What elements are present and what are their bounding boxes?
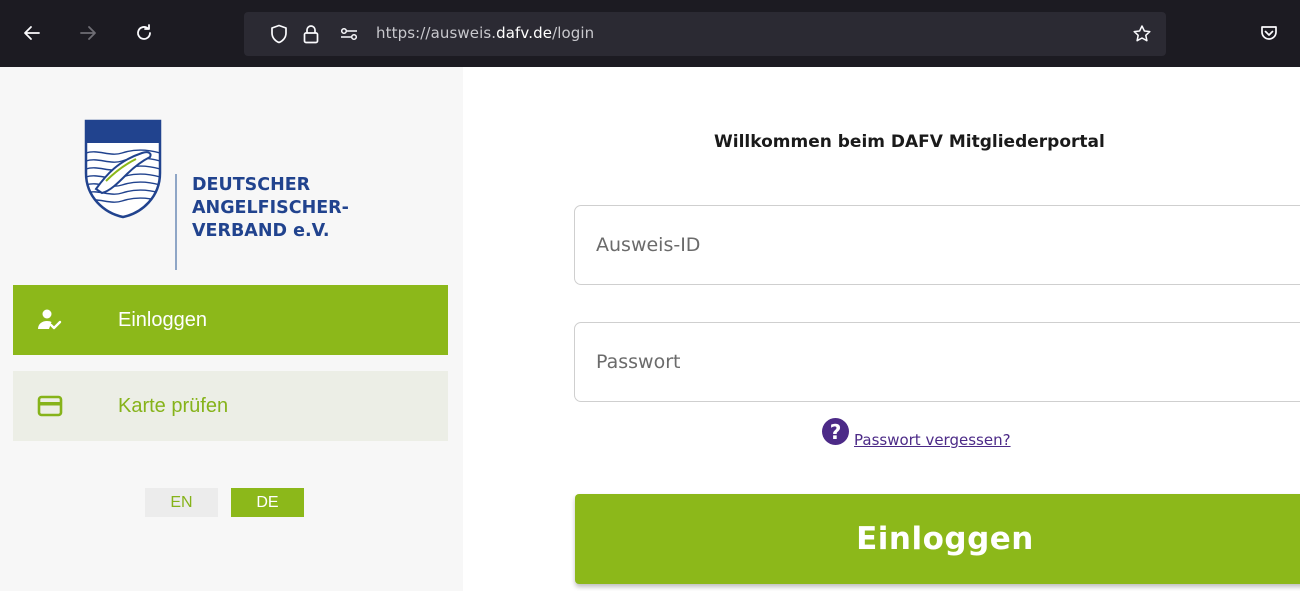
url-text[interactable]: https://ausweis.dafv.de/login [376, 24, 594, 42]
nav-item-check-card-label: Karte prüfen [118, 395, 229, 417]
back-arrow-icon[interactable] [19, 20, 45, 46]
dafv-logo[interactable]: DEUTSCHER ANGELFISCHER- VERBAND e.V. [84, 119, 349, 270]
logo-text: DEUTSCHER ANGELFISCHER- VERBAND e.V. [192, 174, 349, 243]
lock-icon[interactable] [300, 23, 322, 45]
nav-item-login-label: Einloggen [118, 309, 207, 331]
browser-toolbar: https://ausweis.dafv.de/login [0, 0, 1300, 67]
sidebar: DEUTSCHER ANGELFISCHER- VERBAND e.V. Ein… [0, 67, 463, 591]
pocket-icon[interactable] [1256, 20, 1282, 46]
url-prefix: https://ausweis. [376, 24, 497, 42]
credit-card-icon [37, 394, 63, 418]
dafv-crest-icon [84, 119, 162, 219]
login-submit-button[interactable]: Einloggen [575, 494, 1300, 584]
user-check-icon [37, 308, 63, 332]
reload-icon[interactable] [131, 20, 157, 46]
ausweis-id-input[interactable] [574, 205, 1300, 285]
language-de-button[interactable]: DE [231, 488, 304, 517]
forgot-password-row: ? Passwort vergessen? [822, 418, 1011, 449]
address-bar[interactable]: https://ausweis.dafv.de/login [244, 12, 1166, 56]
logo-divider [175, 174, 177, 270]
forward-arrow-icon[interactable] [75, 20, 101, 46]
nav-item-check-card[interactable]: Karte prüfen [13, 371, 448, 441]
logo-line-3: VERBAND e.V. [192, 221, 330, 241]
shield-icon[interactable] [268, 23, 290, 45]
question-icon: ? [822, 418, 849, 445]
welcome-heading: Willkommen beim DAFV Mitgliederportal [714, 132, 1105, 152]
language-en-button[interactable]: EN [145, 488, 218, 517]
nav-item-login[interactable]: Einloggen [13, 285, 448, 355]
forgot-password-link[interactable]: Passwort vergessen? [854, 431, 1011, 449]
permissions-icon[interactable] [338, 23, 360, 45]
password-input[interactable] [574, 322, 1300, 402]
url-path: /login [552, 24, 595, 42]
bookmark-star-icon[interactable] [1131, 23, 1153, 45]
logo-line-2: ANGELFISCHER- [192, 198, 349, 218]
logo-line-1: DEUTSCHER [192, 175, 311, 195]
url-domain: dafv.de [496, 24, 553, 42]
